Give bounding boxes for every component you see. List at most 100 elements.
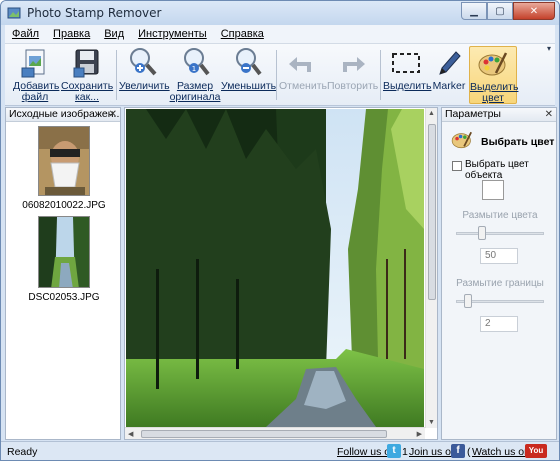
- save-as-button[interactable]: Сохранить как...: [61, 46, 113, 104]
- zoom-in-button[interactable]: Увеличить: [119, 46, 170, 104]
- zoom-in-icon: [130, 48, 157, 76]
- undo-label: Отменить: [279, 80, 327, 92]
- maximize-button[interactable]: ▢: [487, 2, 513, 20]
- forest-image: [126, 109, 424, 427]
- border-blur-label: Размытие границы: [456, 278, 544, 289]
- add-file-icon: [21, 49, 45, 78]
- app-window: Photo Stamp Remover ▁ ▢ ✕ Файл Правка Ви…: [0, 0, 560, 461]
- zoom-out-label: Уменьшить: [221, 80, 277, 92]
- scroll-left-icon[interactable]: ◀: [128, 430, 133, 438]
- select-label: Выделить: [383, 80, 432, 92]
- marker-label: Marker: [432, 80, 466, 92]
- palette-icon: [478, 52, 508, 76]
- menu-label: Файл: [12, 28, 40, 40]
- toolbar-separator: [380, 50, 381, 100]
- menu-label: Вид: [104, 28, 125, 40]
- file-name: DSC02053.JPG: [28, 292, 100, 303]
- redo-button[interactable]: Повторить: [327, 46, 379, 104]
- thumbnail-image: [38, 126, 90, 196]
- redo-label: Повторить: [327, 80, 379, 92]
- youtube-icon[interactable]: You: [525, 444, 547, 458]
- status-prefix: 1: [402, 446, 408, 458]
- join-link[interactable]: Join us on: [409, 446, 457, 458]
- watch-link[interactable]: Watch us on: [472, 446, 530, 458]
- object-color-checkbox[interactable]: [452, 161, 462, 171]
- panel-header: Параметры ✕: [442, 108, 556, 122]
- redo-icon: [343, 57, 365, 72]
- file-name: 06082010022.JPG: [22, 200, 106, 211]
- select-color-label: Выделить цвет: [470, 81, 519, 104]
- marker-button[interactable]: Marker: [431, 46, 467, 104]
- menu-tools[interactable]: Инструменты: [131, 28, 214, 40]
- close-button[interactable]: ✕: [513, 2, 555, 20]
- marker-icon: [439, 51, 461, 75]
- forest-thumbnail: [39, 217, 89, 287]
- zoom-out-button[interactable]: Уменьшить: [221, 46, 277, 104]
- color-swatch[interactable]: [482, 180, 504, 200]
- scroll-thumb[interactable]: [428, 124, 436, 300]
- border-blur-slider-knob[interactable]: [464, 294, 472, 308]
- horizontal-scrollbar[interactable]: ◀ ▶: [125, 427, 425, 439]
- menu-view[interactable]: Вид: [97, 28, 131, 40]
- scroll-thumb[interactable]: [141, 430, 387, 438]
- zoom-out-icon: [236, 48, 262, 76]
- undo-icon: [289, 57, 311, 72]
- caption-buttons: ▁ ▢ ✕: [461, 2, 555, 20]
- vertical-scrollbar[interactable]: ▲ ▼: [425, 108, 437, 428]
- object-color-label: Выбрать цвет объекта: [465, 159, 529, 181]
- rect-select-icon: [392, 53, 420, 73]
- undo-button[interactable]: Отменить: [279, 46, 327, 104]
- file-thumbnail[interactable]: DSC02053.JPG: [22, 216, 106, 303]
- status-text: Ready: [7, 446, 38, 458]
- select-color-button[interactable]: Выделить цвет: [469, 46, 519, 104]
- panel-title: Исходные изображен...: [9, 108, 120, 120]
- color-blur-label: Размытие цвета: [462, 210, 538, 221]
- source-images-panel: Исходные изображен... ✕ 06082010022.JPG: [5, 107, 121, 440]
- menu-file[interactable]: Файл: [5, 28, 46, 40]
- close-icon[interactable]: ✕: [545, 108, 553, 121]
- panel-title: Параметры: [445, 108, 501, 120]
- close-icon[interactable]: ✕: [109, 108, 117, 121]
- scroll-up-icon[interactable]: ▲: [428, 110, 435, 117]
- toolbar-separator: [276, 50, 277, 100]
- app-icon: [7, 7, 21, 19]
- thumbnail-image: [38, 216, 90, 288]
- add-file-button[interactable]: Добавить файл: [13, 46, 60, 104]
- select-button[interactable]: Выделить: [383, 46, 432, 104]
- zoom-in-label: Увеличить: [119, 80, 170, 92]
- minimize-button[interactable]: ▁: [461, 2, 487, 20]
- forest-photo: [126, 109, 424, 427]
- scroll-right-icon[interactable]: ▶: [417, 430, 422, 438]
- toolbar-overflow-icon[interactable]: ▾: [547, 44, 551, 53]
- twitter-icon[interactable]: t: [387, 444, 401, 458]
- floppy-icon: [73, 49, 99, 78]
- color-blur-slider[interactable]: [456, 232, 544, 235]
- menu-label: Справка: [220, 28, 264, 40]
- tool-title: Выбрать цвет: [481, 136, 555, 148]
- toolbar: Добавить файл Сохранить как... Увеличить: [5, 44, 555, 106]
- add-file-label: Добавить файл: [13, 80, 60, 103]
- original-size-icon: 1: [184, 48, 210, 76]
- toolbar-separator: [116, 50, 117, 100]
- menu-bar: Файл Правка Вид Инструменты Справка: [5, 25, 555, 44]
- status-bar: Ready Follow us on t 1 Join us on f ( Wa…: [1, 441, 559, 460]
- palette-icon: [451, 131, 472, 149]
- border-blur-value[interactable]: 2: [480, 316, 518, 332]
- parameters-panel: Параметры ✕ Выбрать цвет Выбрать цвет об…: [441, 107, 557, 440]
- menu-label: Правка: [53, 28, 91, 40]
- title-bar[interactable]: Photo Stamp Remover ▁ ▢ ✕: [1, 1, 559, 25]
- panel-header: Исходные изображен... ✕: [6, 108, 120, 122]
- menu-help[interactable]: Справка: [214, 28, 271, 40]
- original-size-label: Размер оригинала: [169, 80, 221, 103]
- save-as-label: Сохранить как...: [61, 80, 114, 103]
- menu-edit[interactable]: Правка: [46, 28, 97, 40]
- portrait-image: [39, 127, 89, 195]
- color-blur-value[interactable]: 50: [480, 248, 518, 264]
- file-thumbnail[interactable]: 06082010022.JPG: [22, 126, 106, 211]
- original-size-button[interactable]: 1 Размер оригинала: [169, 46, 221, 104]
- color-blur-slider-knob[interactable]: [478, 226, 486, 240]
- image-canvas[interactable]: ▲ ▼ ◀ ▶: [124, 107, 438, 440]
- facebook-icon[interactable]: f: [451, 444, 465, 458]
- svg-text:1: 1: [192, 65, 196, 73]
- scroll-down-icon[interactable]: ▼: [428, 419, 435, 426]
